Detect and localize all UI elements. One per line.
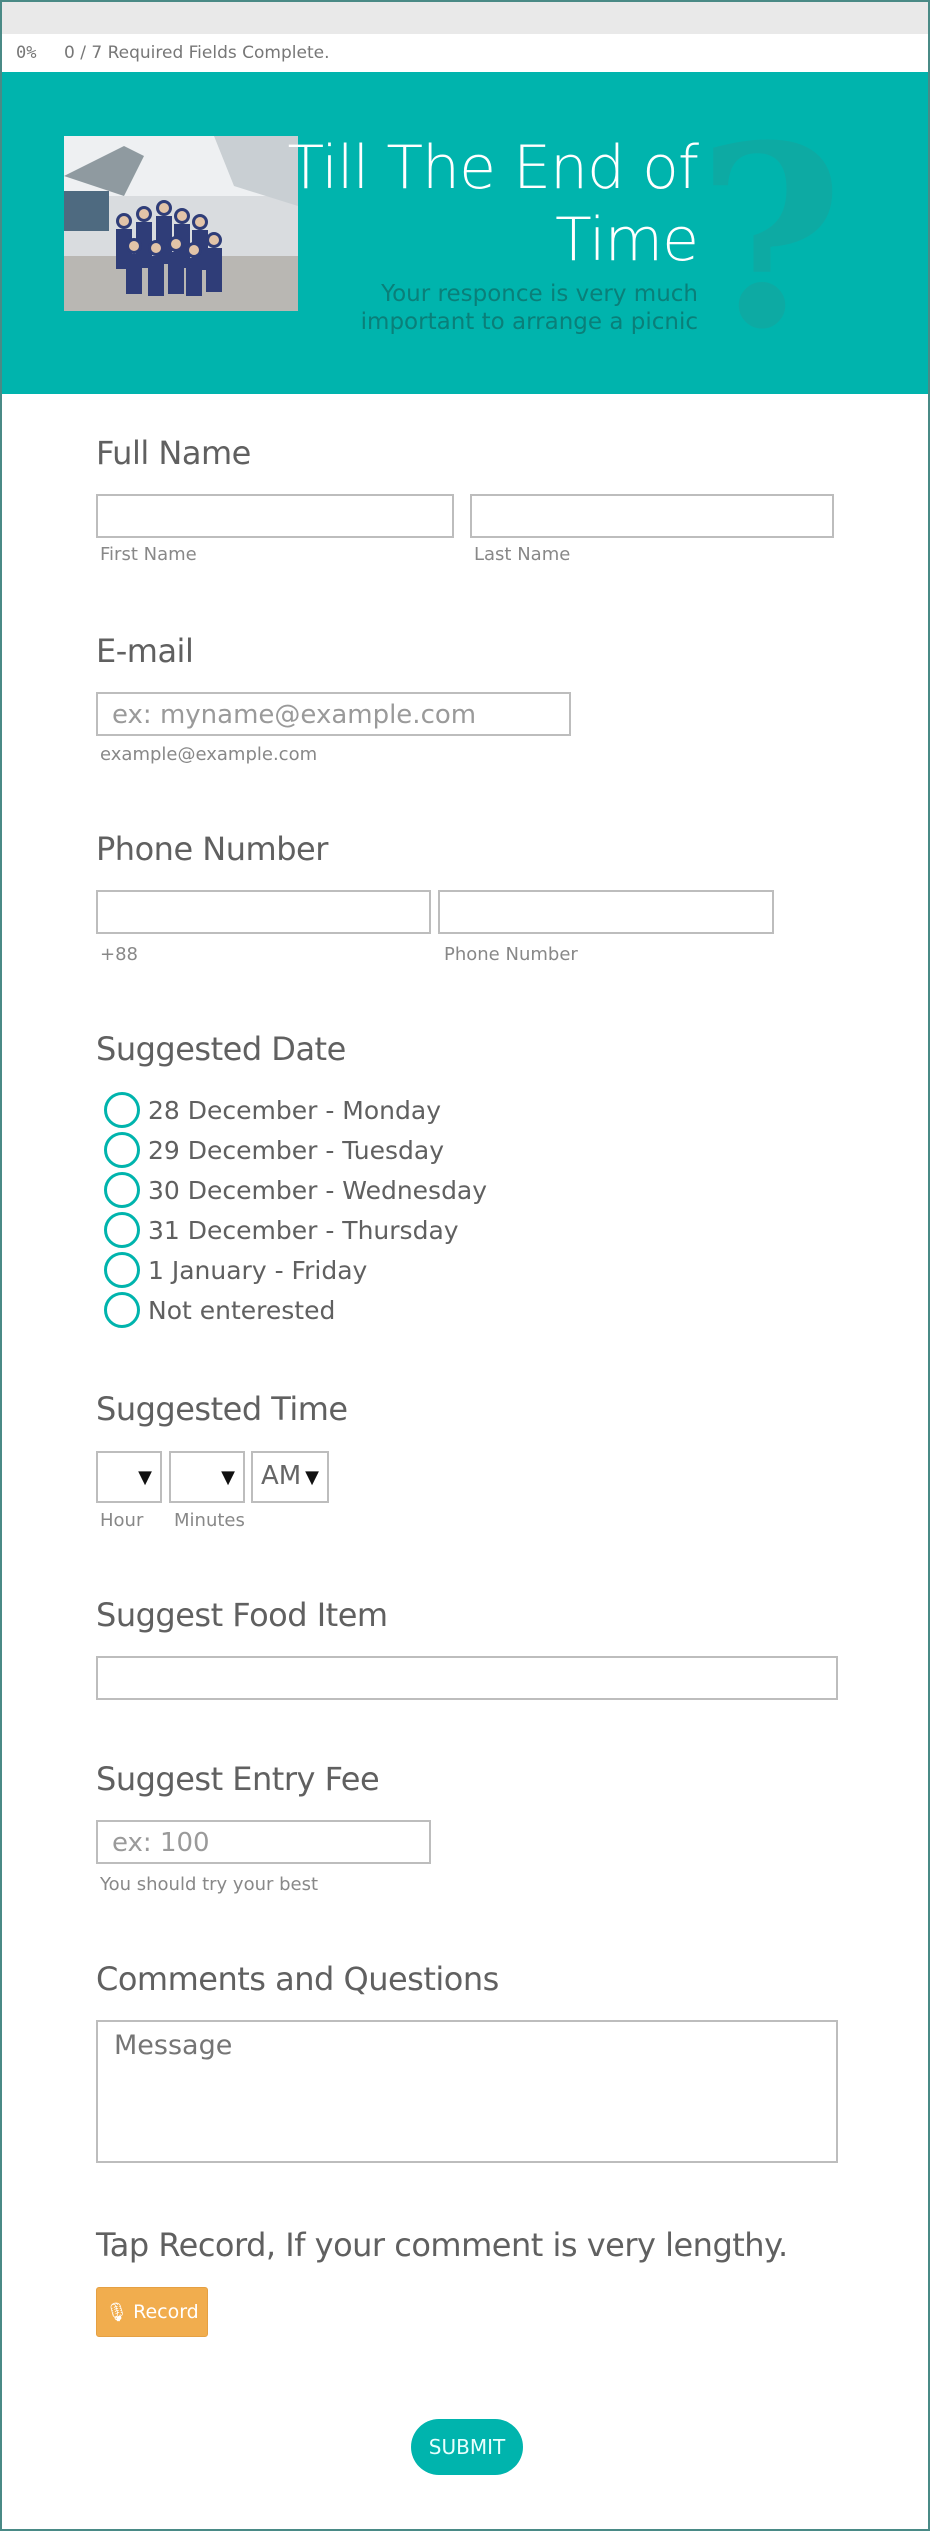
submit-button[interactable]: SUBMIT <box>411 2419 523 2475</box>
comments-label: Comments and Questions <box>96 1960 499 1998</box>
entry-fee-label: Suggest Entry Fee <box>96 1760 380 1798</box>
phone-code-sublabel: +88 <box>100 944 138 965</box>
first-name-input[interactable] <box>96 494 454 538</box>
phone-number-sublabel: Phone Number <box>444 944 578 965</box>
entry-fee-input[interactable]: ex: 100 <box>96 1820 431 1864</box>
record-prompt-label: Tap Record, If your comment is very leng… <box>96 2226 788 2264</box>
date-option-label: 29 December - Tuesday <box>148 1135 445 1165</box>
last-name-sublabel: Last Name <box>474 544 571 565</box>
date-option-label: Not enterested <box>148 1295 336 1325</box>
submit-button-label: SUBMIT <box>428 2435 506 2459</box>
suggested-date-label: Suggested Date <box>96 1030 346 1068</box>
last-name-input[interactable] <box>470 494 834 538</box>
phone-number-input[interactable] <box>438 890 774 934</box>
date-option[interactable]: 1 January - Friday <box>104 1250 367 1290</box>
date-option[interactable]: 31 December - Thursday <box>104 1210 459 1250</box>
email-sublabel: example@example.com <box>100 744 318 765</box>
group-photo <box>64 136 298 311</box>
date-option[interactable]: Not enterested <box>104 1290 335 1330</box>
form-page: 0% 0 / 7 Required Fields Complete. ? Til… <box>0 0 930 2531</box>
microphone-icon: 🎙 <box>105 2301 129 2323</box>
chevron-down-icon: ▼ <box>138 1467 152 1488</box>
date-option[interactable]: 29 December - Tuesday <box>104 1130 444 1170</box>
progress-bar: 0% 0 / 7 Required Fields Complete. <box>2 34 928 72</box>
first-name-sublabel: First Name <box>100 544 197 565</box>
entry-fee-sublabel: You should try your best <box>100 1874 319 1895</box>
minute-select[interactable]: ▼ <box>169 1451 245 1503</box>
suggested-time-label: Suggested Time <box>96 1390 348 1428</box>
radio-button[interactable] <box>104 1092 140 1128</box>
comments-textarea[interactable] <box>96 2020 838 2163</box>
radio-button[interactable] <box>104 1292 140 1328</box>
date-option-label: 31 December - Thursday <box>148 1215 459 1245</box>
record-button[interactable]: 🎙 Record <box>96 2287 208 2337</box>
email-input[interactable]: ex: myname@example.com <box>96 692 571 736</box>
radio-button[interactable] <box>104 1172 140 1208</box>
date-option[interactable]: 30 December - Wednesday <box>104 1170 487 1210</box>
food-item-label: Suggest Food Item <box>96 1596 388 1634</box>
ampm-value: AM <box>261 1461 302 1491</box>
hour-select[interactable]: ▼ <box>96 1451 162 1503</box>
progress-required-text: 0 / 7 Required Fields Complete. <box>64 43 330 63</box>
top-strip <box>2 2 928 34</box>
record-button-label: Record <box>133 2301 199 2323</box>
form-title: Till The End of Time <box>287 133 699 275</box>
progress-percent: 0% <box>16 43 37 63</box>
date-option-label: 1 January - Friday <box>148 1255 368 1285</box>
radio-button[interactable] <box>104 1212 140 1248</box>
date-option-label: 28 December - Monday <box>148 1095 442 1125</box>
chevron-down-icon: ▼ <box>221 1467 235 1488</box>
radio-button[interactable] <box>104 1252 140 1288</box>
question-mark-decoration: ? <box>697 90 844 384</box>
ampm-select[interactable]: AM ▼ <box>251 1451 329 1503</box>
email-label: E-mail <box>96 632 194 670</box>
form-header: ? Till The End of Time Your responce is … <box>2 72 928 394</box>
phone-label: Phone Number <box>96 830 328 868</box>
form-subtitle: Your responce is very much important to … <box>360 281 698 335</box>
hour-sublabel: Hour <box>100 1510 144 1531</box>
minute-sublabel: Minutes <box>174 1510 245 1531</box>
chevron-down-icon: ▼ <box>305 1467 319 1488</box>
full-name-label: Full Name <box>96 434 251 472</box>
phone-code-input[interactable] <box>96 890 431 934</box>
date-option[interactable]: 28 December - Monday <box>104 1090 441 1130</box>
date-option-label: 30 December - Wednesday <box>148 1175 488 1205</box>
food-item-input[interactable] <box>96 1656 838 1700</box>
radio-button[interactable] <box>104 1132 140 1168</box>
